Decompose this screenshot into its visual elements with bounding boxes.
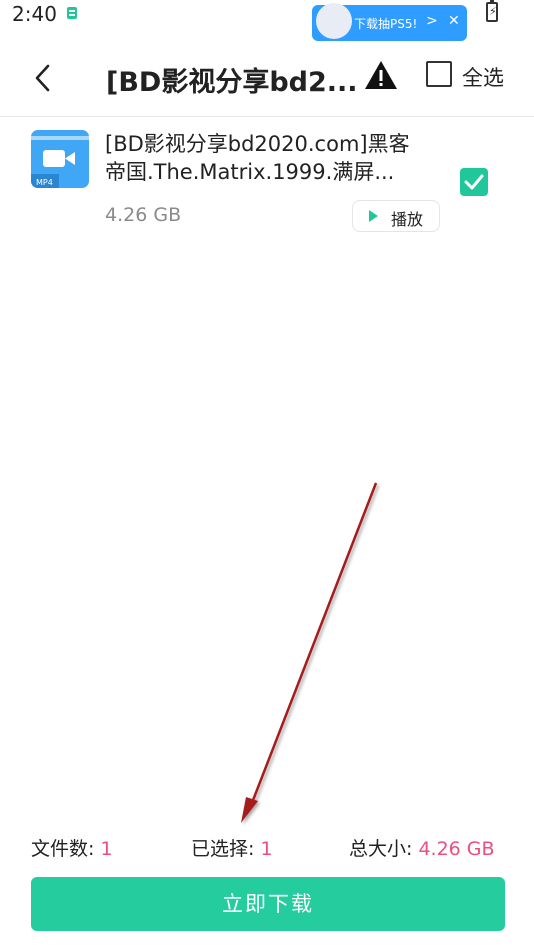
warning-icon[interactable] [364, 60, 398, 90]
play-label: 播放 [391, 210, 424, 229]
video-file-icon: MP4 [31, 130, 89, 188]
selected-value: 1 [260, 838, 273, 860]
select-all-label[interactable]: 全选 [462, 62, 504, 92]
header-bar: [BD影视分享bd2... 全选 [0, 46, 534, 117]
total-size-label: 总大小: [349, 838, 413, 860]
page-title: [BD影视分享bd2... [106, 67, 358, 98]
status-time: 2:40 [12, 2, 57, 26]
app-notification-icon [67, 7, 77, 19]
close-icon[interactable]: ✕ [448, 13, 460, 29]
selected-count-stat: 已选择: 1 [191, 834, 273, 861]
file-checkbox[interactable] [460, 168, 488, 196]
play-button[interactable]: 播放 [352, 200, 440, 232]
file-count-value: 1 [100, 838, 113, 860]
battery-icon: ⚡ [486, 0, 498, 22]
selected-label: 已选择: [191, 838, 255, 860]
total-size-value: 4.26 GB [418, 838, 495, 860]
file-name: [BD影视分享bd2020.com]黑客帝国.The.Matrix.1999.满… [105, 132, 410, 184]
thumb-format-label: MP4 [36, 178, 53, 187]
chevron-right-icon[interactable]: > [426, 13, 438, 29]
promo-banner[interactable]: 下载抽PS5! > ✕ [312, 3, 467, 41]
checkmark-icon [464, 174, 484, 190]
promo-avatar-icon [316, 3, 352, 39]
total-size-stat: 总大小: 4.26 GB [349, 834, 495, 861]
back-arrow-icon[interactable] [30, 60, 58, 96]
file-size: 4.26 GB [105, 204, 182, 226]
film-strip-icon: MP4 [31, 136, 89, 188]
promo-text: 下载抽PS5! [354, 17, 418, 31]
file-count-stat: 文件数: 1 [31, 834, 113, 861]
download-now-button[interactable]: 立即下载 [31, 877, 505, 931]
play-icon [369, 210, 378, 222]
select-all-checkbox[interactable] [426, 61, 452, 87]
file-count-label: 文件数: [31, 838, 95, 860]
